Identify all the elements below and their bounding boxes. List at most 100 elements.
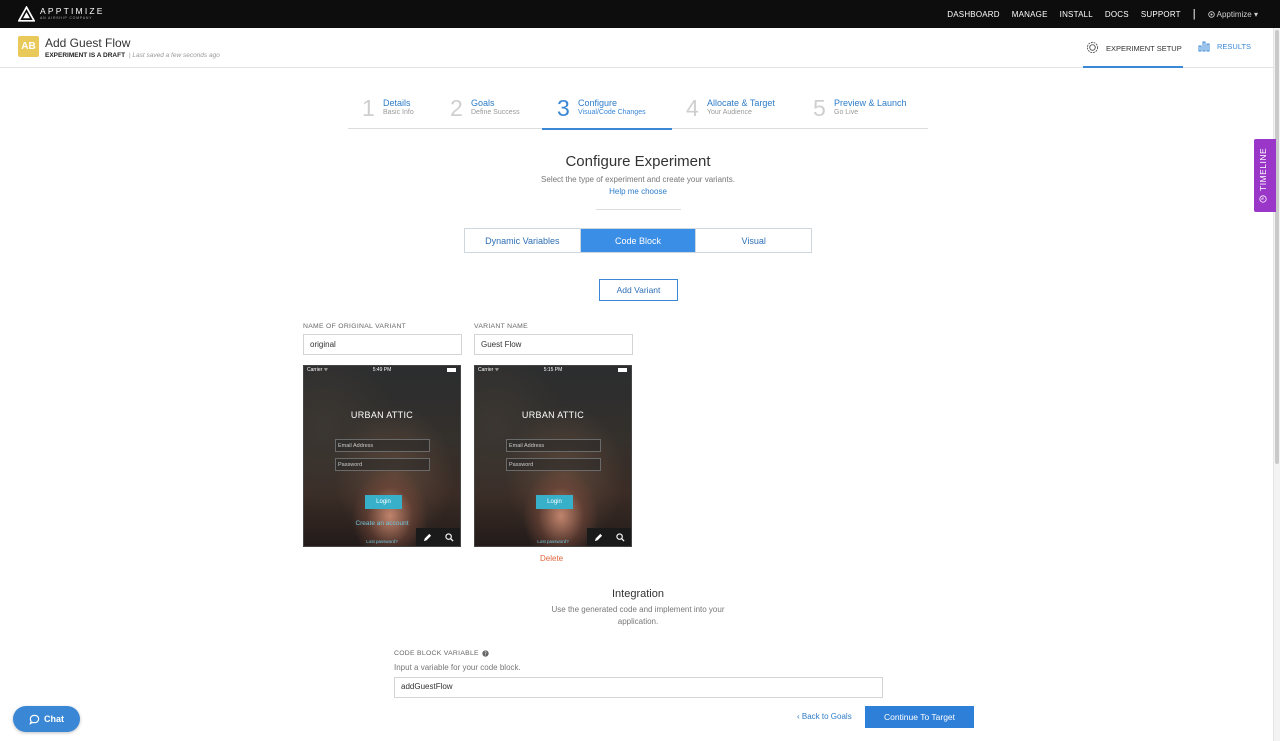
last-saved: | Last saved a few seconds ago — [128, 52, 220, 59]
step-configure[interactable]: 3 Configure Visual/Code Changes — [542, 92, 672, 130]
apptimize-logo[interactable]: APPTIMIZE AN AIRSHIP COMPANY — [18, 6, 105, 22]
app-brand: URBAN ATTIC — [521, 410, 585, 420]
scrollbar-thumb[interactable] — [1275, 30, 1279, 464]
clock-icon — [1259, 195, 1267, 203]
draft-status: EXPERIMENT IS A DRAFT — [45, 52, 126, 59]
pencil-icon[interactable] — [423, 533, 432, 542]
integration-subtitle: Use the generated code and implement int… — [551, 605, 725, 626]
back-to-goals-link[interactable]: ‹ Back to Goals — [797, 712, 852, 721]
step-label: Details — [383, 98, 411, 108]
password-field: Password — [506, 458, 601, 471]
type-visual[interactable]: Visual — [696, 229, 811, 252]
create-account-link: Create an account — [355, 520, 409, 527]
preview-tools — [587, 528, 631, 546]
original-variant-label: NAME OF ORIGINAL VARIANT — [303, 323, 407, 330]
pencil-icon[interactable] — [594, 533, 603, 542]
preview-tools — [416, 528, 460, 546]
original-variant-preview: Carrier ᯤ 5:49 PM URBAN ATTIC Email Addr… — [303, 365, 461, 547]
step-sublabel: Visual/Code Changes — [578, 109, 646, 116]
integration-title: Integration — [612, 588, 664, 600]
continue-to-target-button[interactable]: Continue To Target — [865, 706, 974, 728]
apptimize-logo-icon — [18, 6, 35, 22]
nav-divider: | — [1192, 8, 1196, 20]
code-block-help-text: Input a variable for your code block. — [394, 663, 521, 672]
nav-install[interactable]: INSTALL — [1060, 10, 1093, 19]
guest-flow-variant-preview: Carrier ᯤ 5:15 PM URBAN ATTIC Email Addr… — [474, 365, 632, 547]
nav-docs[interactable]: DOCS — [1105, 10, 1129, 19]
add-variant-button[interactable]: Add Variant — [599, 279, 678, 301]
experiment-type-toggle: Dynamic Variables Code Block Visual — [464, 228, 812, 253]
gear-icon — [1086, 41, 1099, 54]
configure-subtitle: Select the type of experiment and create… — [541, 175, 735, 184]
tab-experiment-setup[interactable]: EXPERIMENT SETUP — [1083, 36, 1183, 68]
code-block-variable-text: CODE BLOCK VARIABLE — [394, 650, 479, 657]
search-icon[interactable] — [615, 532, 625, 542]
chat-bubble-icon — [29, 714, 40, 725]
preview-background — [304, 366, 460, 546]
code-block-variable-input[interactable]: addGuestFlow — [394, 677, 883, 698]
help-icon[interactable]: ? — [482, 650, 489, 657]
delete-variant-link[interactable]: Delete — [540, 554, 563, 563]
app-brand: URBAN ATTIC — [350, 410, 414, 420]
phone-statusbar: Carrier ᯤ 5:15 PM — [475, 366, 631, 375]
preview-background — [475, 366, 631, 546]
original-variant-name-input[interactable]: original — [303, 334, 462, 355]
chat-button[interactable]: Chat — [13, 706, 80, 732]
ab-badge: AB — [18, 36, 39, 57]
type-code-block[interactable]: Code Block — [580, 229, 697, 252]
svg-text:?: ? — [484, 651, 487, 657]
tab-results[interactable]: RESULTS — [1198, 41, 1251, 52]
step-label: Preview & Launch — [834, 98, 907, 108]
password-field: Password — [335, 458, 430, 471]
configure-title: Configure Experiment — [565, 153, 711, 170]
variant-name-label: VARIANT NAME — [474, 323, 528, 330]
step-preview-launch[interactable]: 5 Preview & Launch Go Live — [813, 92, 923, 129]
step-details[interactable]: 1 Details Basic Info — [362, 92, 442, 129]
account-menu[interactable]: Apptimize ▾ — [1207, 9, 1258, 19]
brand-name: APPTIMIZE — [40, 6, 105, 16]
step-number: 2 — [450, 95, 463, 121]
step-number: 3 — [557, 95, 570, 121]
step-sublabel: Your Audience — [707, 109, 752, 116]
email-field: Email Address — [335, 439, 430, 452]
nav-support[interactable]: SUPPORT — [1141, 10, 1181, 19]
step-number: 4 — [686, 95, 699, 121]
tab-results-label: RESULTS — [1217, 42, 1252, 51]
nav-manage[interactable]: MANAGE — [1012, 10, 1048, 19]
experiment-title: Add Guest Flow — [45, 36, 131, 50]
type-dynamic-variables[interactable]: Dynamic Variables — [465, 229, 581, 252]
experiment-header: AB Add Guest Flow EXPERIMENT IS A DRAFT … — [0, 28, 1280, 68]
step-number: 1 — [362, 95, 375, 121]
account-name: Apptimize ▾ — [1216, 9, 1258, 19]
login-button: Login — [365, 495, 402, 509]
bar-chart-icon — [1198, 41, 1210, 52]
brand-subtitle: AN AIRSHIP COMPANY — [40, 16, 93, 20]
step-number: 5 — [813, 95, 826, 121]
nav-links: DASHBOARD MANAGE INSTALL DOCS SUPPORT | … — [935, 0, 1258, 28]
top-navbar: APPTIMIZE AN AIRSHIP COMPANY DASHBOARD M… — [0, 0, 1280, 28]
help-me-choose-link[interactable]: Help me choose — [0, 187, 1276, 196]
step-sublabel: Go Live — [834, 109, 859, 116]
step-label: Allocate & Target — [707, 98, 775, 108]
login-button: Login — [536, 495, 573, 509]
battery-icon — [618, 368, 627, 372]
search-icon[interactable] — [444, 532, 454, 542]
account-icon — [1207, 10, 1215, 18]
phone-time: 5:49 PM — [372, 367, 392, 373]
phone-time: 5:15 PM — [543, 367, 563, 373]
step-sublabel: Basic Info — [383, 109, 414, 116]
step-goals[interactable]: 2 Goals Define Success — [450, 92, 540, 129]
experiment-status: EXPERIMENT IS A DRAFT | Last saved a few… — [45, 52, 220, 59]
nav-dashboard[interactable]: DASHBOARD — [947, 10, 999, 19]
chat-label: Chat — [44, 714, 64, 724]
back-to-goals-label: Back to Goals — [801, 712, 852, 721]
battery-icon — [447, 368, 456, 372]
step-allocate-target[interactable]: 4 Allocate & Target Your Audience — [686, 92, 796, 129]
wizard-steps: 1 Details Basic Info 2 Goals Define Succ… — [348, 92, 928, 130]
step-label: Configure — [578, 98, 618, 108]
variant-name-input[interactable]: Guest Flow — [474, 334, 633, 355]
code-block-variable-label: CODE BLOCK VARIABLE ? — [394, 650, 489, 657]
email-field: Email Address — [506, 439, 601, 452]
tab-experiment-setup-label: EXPERIMENT SETUP — [1106, 44, 1182, 53]
divider — [596, 209, 681, 210]
